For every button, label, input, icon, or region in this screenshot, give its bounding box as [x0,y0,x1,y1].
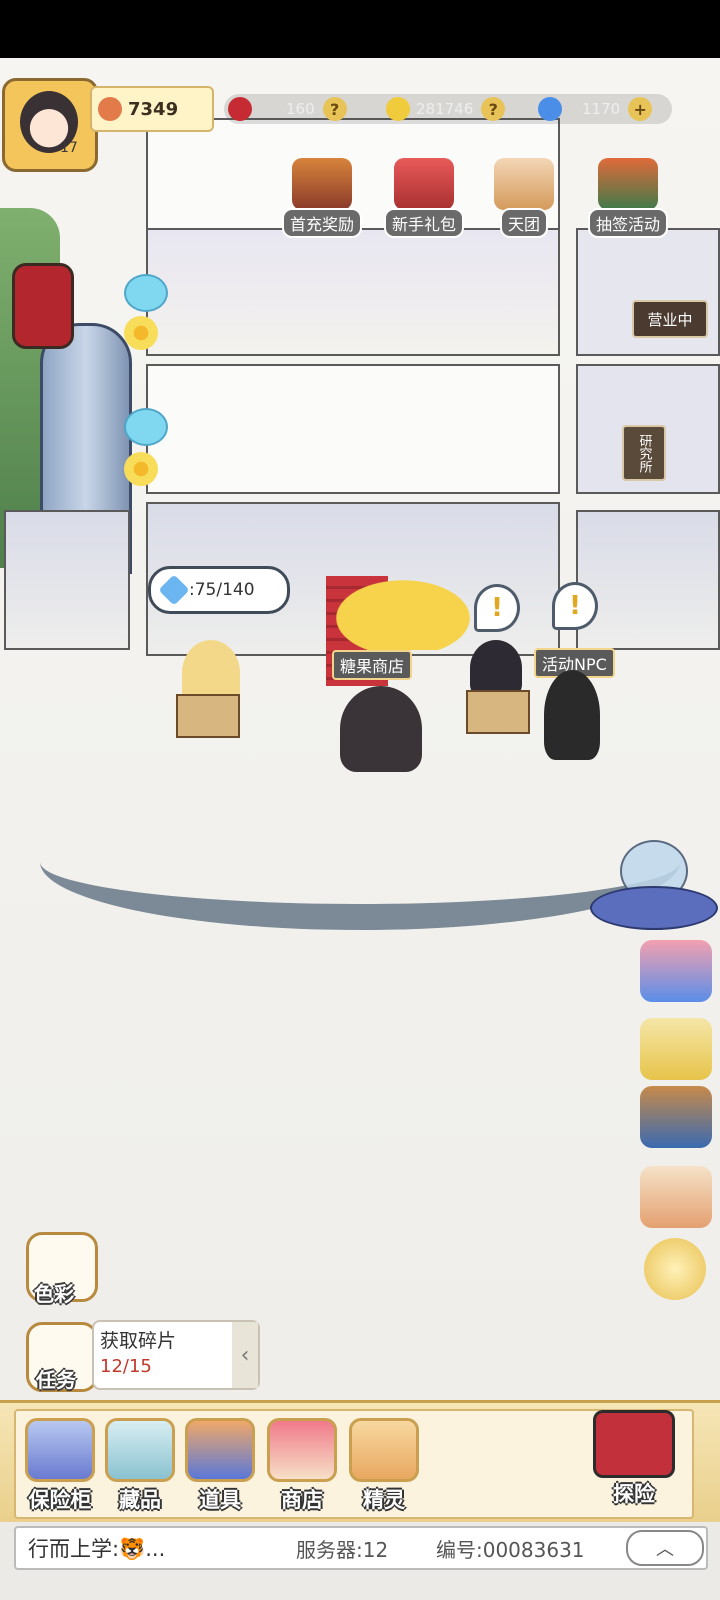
safe-icon [25,1418,95,1482]
spirit-button[interactable]: 精灵 [346,1418,422,1514]
task-label: 任务 [36,1368,76,1392]
task-panel[interactable]: 获取碎片 12/15 ‹ [92,1320,260,1390]
ufo-button[interactable] [590,840,718,936]
balloon-coin-icon [98,97,122,121]
flower-value: 281746 [416,100,474,118]
candy-shop-label[interactable]: 糖果商店 [332,650,413,680]
lottery-stall-icon [598,158,658,210]
flower-icon[interactable] [124,316,158,350]
exclamation-icon[interactable]: ! [474,584,520,632]
gold-flower-pile[interactable] [318,570,488,650]
collapse-arrow-icon[interactable]: ‹ [232,1322,258,1388]
player-id: 编号:00083631 [436,1538,585,1562]
left-shop[interactable] [4,510,130,650]
task-progress: 12/15 [100,1356,152,1377]
newbie-pack-button[interactable]: 新手礼包 [378,158,470,238]
status-bar [0,0,720,58]
lottery-event-button[interactable]: 抽签活动 [582,158,674,238]
chat-message: 行而上学:🐯... [28,1537,166,1561]
bus-icon [593,1410,675,1478]
gift-box-icon [394,158,454,210]
player-level: 17 [60,140,78,156]
resource-diamond[interactable]: 1170 + [538,94,653,124]
shiba-icon [349,1418,419,1482]
floor-3[interactable] [146,364,560,494]
items-button[interactable]: 道具 [182,1418,258,1514]
expand-chevron-icon[interactable]: ︿ [626,1530,704,1566]
question-icon[interactable]: ? [481,97,506,121]
diamond-icon [538,97,562,121]
safe-button[interactable]: 保险柜 [22,1418,98,1514]
explore-button[interactable]: 探险 [590,1410,678,1514]
first-recharge-button[interactable]: 首充奖励 [276,158,368,238]
vip-cap-icon[interactable] [640,1018,712,1080]
right-station[interactable] [576,510,720,650]
tap-hand-icon[interactable] [644,1238,706,1300]
lantern-icon [12,263,74,349]
shop-open-sign: 营业中 [632,300,708,338]
task-title: 获取碎片 [100,1330,177,1352]
npc-cat-merchant[interactable] [340,686,422,772]
server-label: 服务器:12 [296,1538,389,1562]
fish-icon[interactable] [640,940,712,1002]
question-icon[interactable]: ? [322,97,347,121]
energy-icon [158,574,190,606]
resource-heart[interactable]: 160 ? [228,94,347,124]
npc-fox-girl[interactable] [470,640,522,696]
theater-icon [494,158,554,210]
diamond-value: 1170 [582,100,621,118]
heart-value: 160 [286,100,315,118]
ufo-body [590,886,718,930]
coin-value: 7349 [128,98,179,120]
heart-icon [228,97,252,121]
shop-stall-icon [267,1418,337,1482]
crate [466,690,530,734]
research-sign: 研究所 [622,425,666,481]
resource-flower[interactable]: 281746 ? [386,94,506,124]
map-icon[interactable] [640,1166,712,1228]
npc-event-agent[interactable] [544,670,600,760]
gem-icon [105,1418,175,1482]
energy-bubble[interactable]: :75/140 [148,566,290,614]
cards-icon [185,1418,255,1482]
player-avatar[interactable] [2,78,98,172]
coin-counter[interactable]: 7349 [90,86,214,132]
crate [176,694,240,738]
plus-icon[interactable]: + [628,97,653,121]
floor-2[interactable] [146,228,560,356]
exclamation-icon[interactable]: ! [552,582,598,630]
idol-group-button[interactable]: 天团 [478,158,570,238]
rail-track [40,794,680,930]
collection-button[interactable]: 藏品 [102,1418,178,1514]
chat-bar[interactable]: 行而上学:🐯... 服务器:12 编号:00083631 ︿ [14,1526,708,1570]
spirit-icon[interactable] [124,274,168,312]
flower-icon[interactable] [124,452,158,486]
flower-icon [386,97,410,121]
dragon-icon [292,158,352,210]
spirit-icon[interactable] [124,408,168,446]
notice-board-icon[interactable] [640,1086,712,1148]
color-label: 色彩 [34,1282,74,1306]
shop-button[interactable]: 商店 [264,1418,340,1514]
